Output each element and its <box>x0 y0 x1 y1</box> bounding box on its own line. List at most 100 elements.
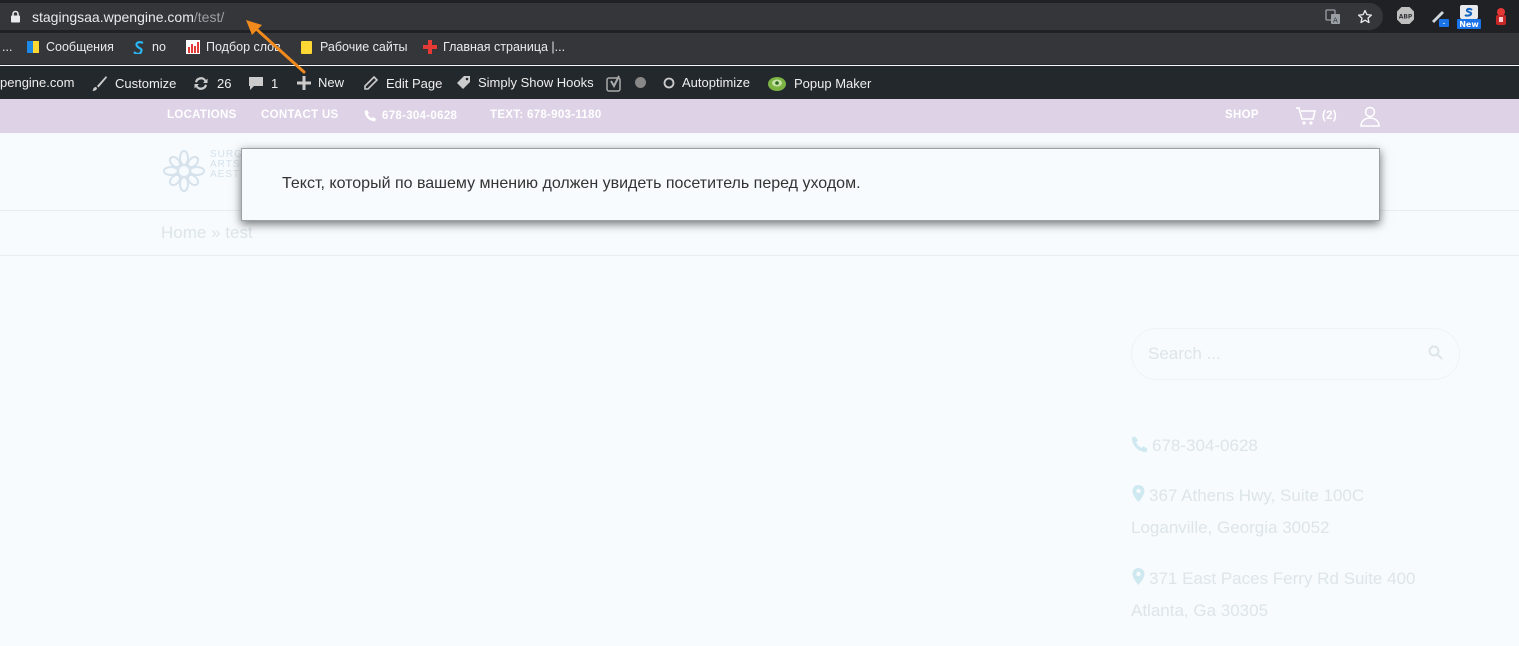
folder-icon <box>300 40 314 54</box>
map-pin-icon <box>1131 567 1146 591</box>
bookmark-label: Сообщения <box>46 40 114 54</box>
adblock-plus-icon[interactable]: ABP <box>1396 6 1415 30</box>
breadcrumb: Home » test <box>161 223 253 243</box>
eyedropper-extension-icon[interactable]: - <box>1429 6 1451 33</box>
exit-intent-popup[interactable]: Текст, который по вашему мнению должен у… <box>241 148 1380 221</box>
s-logo-icon <box>132 40 146 56</box>
bookmark-overflow[interactable]: ... <box>2 40 12 54</box>
plus-icon <box>297 75 311 90</box>
bookmark-label: ... <box>2 40 13 54</box>
red-extension-icon[interactable] <box>1493 6 1509 31</box>
admin-new[interactable]: New <box>297 75 344 90</box>
address-1-line-2: Loganville, Georgia 30052 <box>1131 518 1330 537</box>
phone-number: 678-304-0628 <box>382 109 458 122</box>
brush-icon <box>92 76 107 91</box>
updates-icon <box>194 77 208 90</box>
chart-icon <box>186 40 200 54</box>
account-link[interactable] <box>1360 106 1380 127</box>
cart-link[interactable]: (2) <box>1295 106 1337 126</box>
bookmark-word-selection[interactable]: Подбор слов <box>186 40 281 54</box>
translate-icon[interactable]: A <box>1325 9 1341 30</box>
new-label: New <box>318 75 345 90</box>
address-2-line-1: 371 East Paces Ferry Rd Suite 400 <box>1149 569 1416 588</box>
logo-text[interactable]: SURG ARTS AEST <box>210 150 243 180</box>
svg-text:A: A <box>1333 17 1338 25</box>
sidebar-phone-number: 678-304-0628 <box>1152 436 1258 455</box>
minus-badge: - <box>1443 19 1446 28</box>
admin-simply-show-hooks[interactable]: Simply Show Hooks <box>456 75 594 90</box>
updates-count: 26 <box>217 76 232 91</box>
abp-label: ABP <box>1399 14 1413 21</box>
messages-icon <box>26 40 40 54</box>
breadcrumb-home[interactable]: Home <box>161 223 206 242</box>
new-extension-icon[interactable]: New <box>1457 4 1481 35</box>
popup-maker-label: Popup Maker <box>794 76 872 91</box>
site-topbar: LOCATIONS CONTACT US 678-304-0628 TEXT: … <box>0 99 1519 133</box>
new-badge: New <box>1459 20 1479 29</box>
bookmark-star-icon[interactable] <box>1357 9 1373 30</box>
url-host: stagingsaa.wpengine.com <box>32 9 194 25</box>
search-icon[interactable] <box>1428 345 1443 365</box>
cart-icon <box>1296 107 1317 125</box>
address-1-line-1: 367 Athens Hwy, Suite 100C <box>1149 486 1365 505</box>
user-icon <box>1360 106 1380 127</box>
sidebar-address-1-line-1: 367 Athens Hwy, Suite 100C <box>1131 484 1364 508</box>
popup-text: Текст, который по вашему мнению должен у… <box>282 175 861 192</box>
breadcrumb-current: test <box>225 223 253 242</box>
sidebar-address-2-line-1: 371 East Paces Ferry Rd Suite 400 <box>1131 567 1415 591</box>
admin-autoptimize[interactable]: Autoptimize <box>663 75 750 90</box>
edit-page-label: Edit Page <box>386 75 443 91</box>
map-pin-icon <box>1131 484 1146 508</box>
contact-us-link[interactable]: CONTACT US <box>261 109 339 121</box>
breadcrumb-separator: » <box>211 223 221 242</box>
admin-popup-maker[interactable]: Popup Maker <box>767 75 871 92</box>
phone-icon <box>364 110 376 122</box>
bookmark-home-page[interactable]: Главная страница |... <box>423 40 565 54</box>
url-text[interactable]: stagingsaa.wpengine.com/test/ <box>32 9 224 25</box>
tag-icon <box>457 76 470 89</box>
admin-site-name[interactable]: pengine.com <box>0 75 74 90</box>
bookmark-label: Рабочие сайты <box>320 40 408 54</box>
text-number-link[interactable]: TEXT: 678-903-1180 <box>490 109 602 121</box>
bookmark-label: no <box>152 40 166 54</box>
bookmark-label: Главная страница |... <box>443 40 566 54</box>
comment-icon <box>249 77 263 90</box>
bookmark-label: Подбор слов <box>206 40 281 54</box>
address-2-line-2: Atlanta, Ga 30305 <box>1131 601 1269 620</box>
admin-yoast[interactable] <box>606 75 623 93</box>
logo-line: AEST <box>210 169 241 180</box>
phone-icon <box>1131 435 1149 458</box>
search-input[interactable] <box>1146 343 1410 365</box>
sidebar-phone[interactable]: 678-304-0628 <box>1131 435 1258 458</box>
url-path: /test/ <box>193 9 225 25</box>
wp-admin-bar: pengine.com Customize 26 1 New Edit Page… <box>0 66 1519 99</box>
bookmark-messages[interactable]: Сообщения <box>26 40 114 54</box>
lock-icon[interactable] <box>10 10 21 28</box>
autoptimize-label: Autoptimize <box>682 75 750 90</box>
bookmarks-bar: ... Сообщения no Подбор слов Рабочие сай… <box>0 33 1519 65</box>
pencil-icon <box>364 75 379 90</box>
browser-toolbar: stagingsaa.wpengine.com/test/ A ABP - Ne… <box>0 0 1519 33</box>
locations-link[interactable]: LOCATIONS <box>167 109 237 121</box>
status-dot-icon <box>635 77 646 88</box>
phone-link[interactable]: 678-304-0628 <box>364 109 457 122</box>
bookmark-work-sites[interactable]: Рабочие сайты <box>300 40 408 54</box>
red-cross-icon <box>423 40 437 54</box>
admin-comments[interactable]: 1 <box>248 75 278 91</box>
admin-customize[interactable]: Customize <box>91 75 176 92</box>
sidebar-search <box>1131 328 1460 380</box>
address-bar[interactable]: stagingsaa.wpengine.com/test/ A <box>0 3 1383 30</box>
admin-seo-status-dot[interactable] <box>635 77 646 88</box>
admin-updates[interactable]: 26 <box>192 75 231 92</box>
cart-count: (2) <box>1322 110 1337 122</box>
popup-maker-icon <box>768 77 786 91</box>
shop-link[interactable]: SHOP <box>1225 109 1259 121</box>
yoast-icon <box>606 75 621 92</box>
site-name-label: pengine.com <box>0 75 75 90</box>
customize-label: Customize <box>115 76 177 91</box>
bookmark-no[interactable]: no <box>132 40 166 56</box>
simply-show-hooks-label: Simply Show Hooks <box>478 75 594 90</box>
logo-icon[interactable] <box>162 149 206 198</box>
admin-edit-page[interactable]: Edit Page <box>363 75 442 91</box>
autoptimize-circle-icon <box>663 77 675 88</box>
